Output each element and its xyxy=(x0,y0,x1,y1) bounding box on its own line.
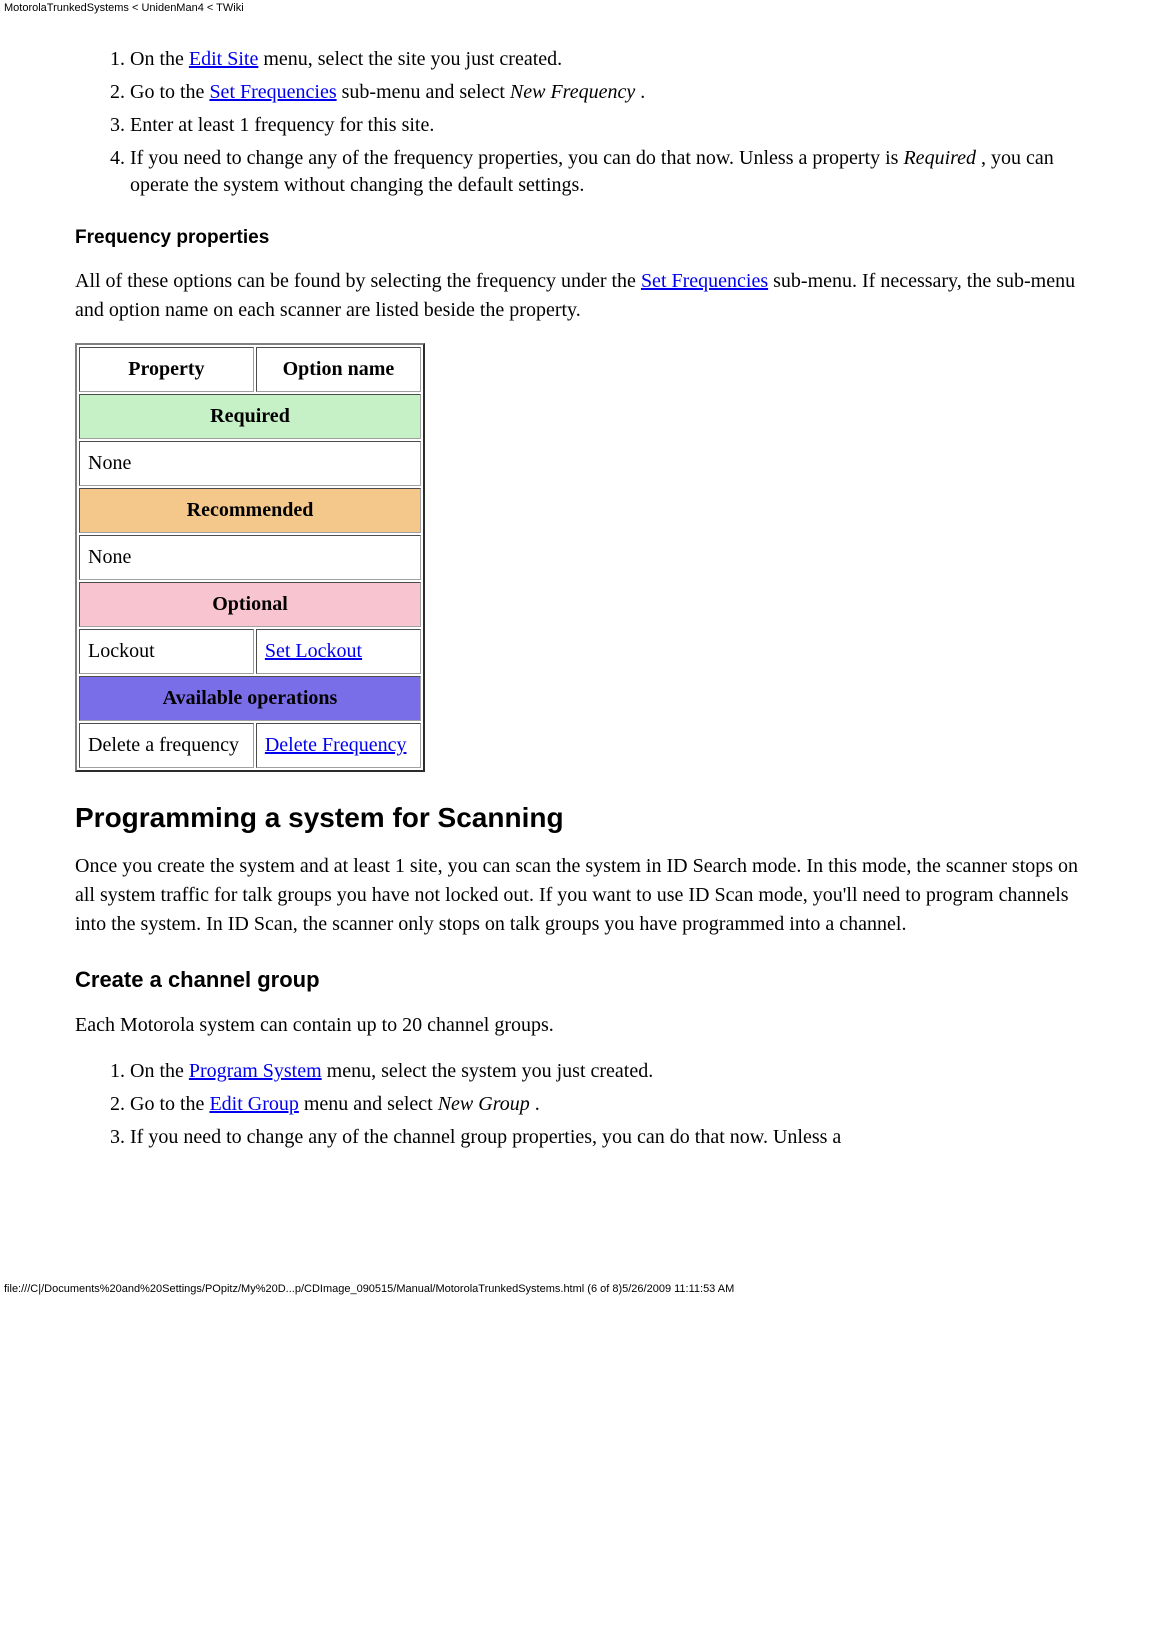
list-item: If you need to change any of the frequen… xyxy=(130,145,1092,199)
set-frequencies-link[interactable]: Set Frequencies xyxy=(209,81,336,103)
edit-group-link[interactable]: Edit Group xyxy=(209,1093,298,1115)
lockout-cell: Lockout xyxy=(79,629,254,674)
main-content: On the Edit Site menu, select the site y… xyxy=(75,46,1092,1151)
edit-site-link[interactable]: Edit Site xyxy=(189,48,258,70)
recommended-row: Recommended xyxy=(79,488,421,533)
step-text: On the xyxy=(130,1060,189,1082)
programming-para: Once you create the system and at least … xyxy=(75,852,1092,939)
frequency-steps-list: On the Edit Site menu, select the site y… xyxy=(75,46,1092,199)
channel-group-para: Each Motorola system can contain up to 2… xyxy=(75,1011,1092,1040)
frequency-properties-heading: Frequency properties xyxy=(75,227,1092,249)
step-text: On the xyxy=(130,48,189,70)
channel-group-steps-list: On the Program System menu, select the s… xyxy=(75,1058,1092,1151)
optional-row: Optional xyxy=(79,582,421,627)
table-header-row: Property Option name xyxy=(79,347,421,392)
list-item: On the Edit Site menu, select the site y… xyxy=(130,46,1092,73)
recommended-label: Recommended xyxy=(79,488,421,533)
none-cell: None xyxy=(79,441,421,486)
table-row: None xyxy=(79,535,421,580)
set-frequencies-link[interactable]: Set Frequencies xyxy=(641,270,768,292)
delete-frequency-link[interactable]: Delete Frequency xyxy=(265,734,407,756)
option-name-header: Option name xyxy=(256,347,421,392)
step-text: Go to the xyxy=(130,1093,209,1115)
new-group-em: New Group xyxy=(438,1093,530,1115)
step-text: sub-menu and select xyxy=(337,81,510,103)
breadcrumb-path: MotorolaTrunkedSystems < UnidenMan4 < TW… xyxy=(0,0,1157,16)
step-text: menu, select the site you just created. xyxy=(258,48,562,70)
frequency-properties-para: All of these options can be found by sel… xyxy=(75,267,1092,325)
available-operations-row: Available operations xyxy=(79,676,421,721)
footer-path: file:///C|/Documents%20and%20Settings/PO… xyxy=(0,1281,1157,1297)
list-item: Go to the Edit Group menu and select New… xyxy=(130,1091,1092,1118)
required-label: Required xyxy=(79,394,421,439)
frequency-properties-table: Property Option name Required None Recom… xyxy=(75,343,425,772)
optional-label: Optional xyxy=(79,582,421,627)
step-text: Go to the xyxy=(130,81,209,103)
create-channel-group-heading: Create a channel group xyxy=(75,967,1092,993)
step-text: . xyxy=(530,1093,540,1115)
para-text: All of these options can be found by sel… xyxy=(75,270,641,292)
delete-frequency-cell: Delete a frequency xyxy=(79,723,254,768)
none-cell: None xyxy=(79,535,421,580)
programming-heading: Programming a system for Scanning xyxy=(75,802,1092,834)
new-frequency-em: New Frequency xyxy=(510,81,635,103)
step-text: . xyxy=(635,81,645,103)
list-item: On the Program System menu, select the s… xyxy=(130,1058,1092,1085)
required-em: Required xyxy=(903,147,976,169)
required-row: Required xyxy=(79,394,421,439)
list-item: If you need to change any of the channel… xyxy=(130,1124,1092,1151)
property-header: Property xyxy=(79,347,254,392)
program-system-link[interactable]: Program System xyxy=(189,1060,322,1082)
table-row: Delete a frequency Delete Frequency xyxy=(79,723,421,768)
available-operations-label: Available operations xyxy=(79,676,421,721)
step-text: menu, select the system you just created… xyxy=(322,1060,654,1082)
table-row: None xyxy=(79,441,421,486)
set-lockout-link[interactable]: Set Lockout xyxy=(265,640,362,662)
list-item: Go to the Set Frequencies sub-menu and s… xyxy=(130,79,1092,106)
step-text: menu and select xyxy=(299,1093,438,1115)
step-text: If you need to change any of the frequen… xyxy=(130,147,903,169)
list-item: Enter at least 1 frequency for this site… xyxy=(130,112,1092,139)
table-row: Lockout Set Lockout xyxy=(79,629,421,674)
set-lockout-cell: Set Lockout xyxy=(256,629,421,674)
delete-frequency-link-cell: Delete Frequency xyxy=(256,723,421,768)
